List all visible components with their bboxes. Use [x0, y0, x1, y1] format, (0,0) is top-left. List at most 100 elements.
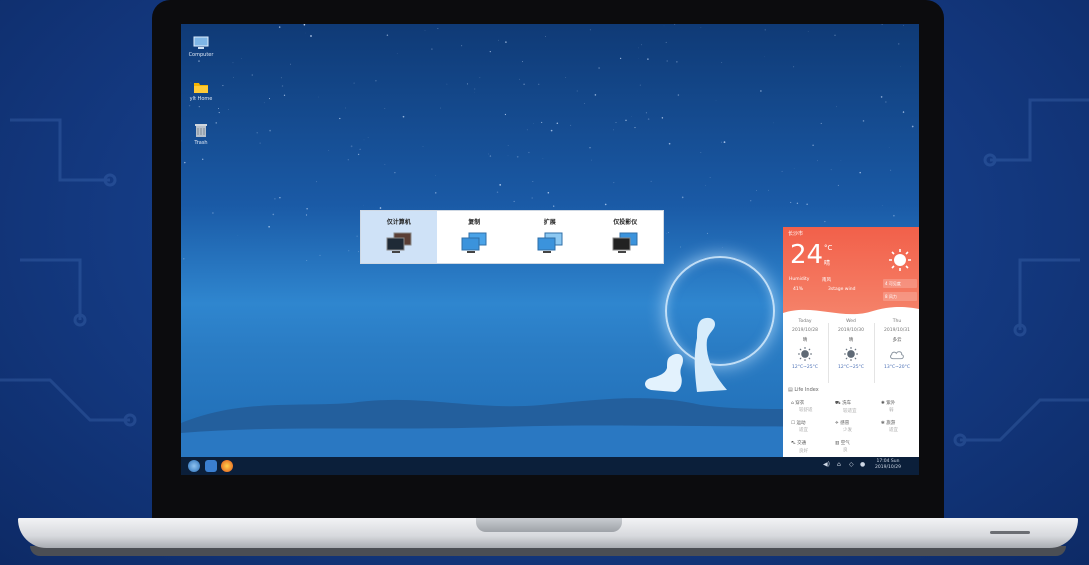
computer-icon: [193, 36, 209, 49]
star: [281, 85, 284, 87]
star: [625, 119, 627, 122]
star: [668, 142, 671, 145]
star: [706, 232, 708, 234]
display-option-projector-only[interactable]: 仅投影仪: [588, 211, 664, 263]
star: [446, 83, 448, 85]
star: [638, 47, 639, 49]
star: [613, 182, 615, 184]
star: [268, 226, 270, 228]
desktop-screen: Computer ylt Home Trash 仅计算机 复制 扩展 仅投影仪 …: [181, 24, 919, 475]
index-sub: 较舒适: [799, 408, 813, 413]
star: [233, 76, 234, 78]
star: [893, 214, 895, 217]
weather-location[interactable]: 长沙市: [788, 230, 803, 237]
star: [367, 137, 369, 139]
life-index-title: ▤ Life Index: [788, 387, 819, 393]
star: [553, 205, 555, 207]
display-option-mirror[interactable]: 复制: [437, 211, 513, 263]
folder-icon: [194, 83, 208, 93]
star: [790, 201, 792, 203]
index-sub: 适宜: [889, 428, 898, 433]
index-sub: 良好: [799, 449, 808, 454]
star: [362, 204, 364, 206]
star: [768, 189, 769, 191]
browser-button[interactable]: [221, 460, 233, 472]
star: [531, 197, 533, 199]
star: [576, 90, 578, 92]
star: [394, 172, 396, 174]
desktop-icon-computer[interactable]: Computer: [181, 36, 221, 58]
star: [598, 67, 600, 69]
display-option-computer-only[interactable]: 仅计算机: [361, 211, 437, 263]
desktop-icon-home[interactable]: ylt Home: [181, 80, 221, 102]
star: [615, 122, 617, 123]
star: [523, 83, 525, 86]
star: [812, 144, 814, 146]
star: [466, 83, 468, 85]
forecast-date: 2019/10/31: [884, 328, 910, 333]
star: [773, 122, 774, 124]
star: [507, 145, 509, 146]
star: [806, 203, 808, 205]
notification-icon[interactable]: ◇: [849, 461, 854, 468]
life-index-item: ▥ 空气良: [835, 440, 850, 453]
display-switch-popup: 仅计算机 复制 扩展 仅投影仪: [360, 210, 664, 264]
weather-detail-button[interactable]: 4 可见度: [883, 279, 917, 288]
star: [269, 98, 270, 100]
star: [570, 124, 572, 126]
star: [764, 56, 765, 58]
desktop-icon-label: ylt Home: [189, 96, 213, 102]
laptop-notch: [476, 518, 622, 532]
star: [677, 94, 680, 96]
life-index-item: ❃ 旅游 适宜: [881, 420, 898, 433]
power-icon[interactable]: ●: [860, 461, 865, 468]
forecast-day-name: Thu: [892, 319, 902, 324]
index-sub: 少发: [843, 428, 852, 433]
forecast-range: 13°C~20°C: [883, 365, 910, 370]
system-clock[interactable]: 17:04 Sun 2019/10/29: [875, 459, 901, 471]
life-index-item: ⛟ 洗车 较适宜: [835, 400, 857, 414]
extend-display-icon: [537, 232, 563, 253]
star: [723, 141, 726, 143]
star: [363, 139, 365, 141]
display-option-extend[interactable]: 扩展: [512, 211, 588, 263]
file-manager-button[interactable]: [205, 460, 217, 472]
star: [290, 63, 291, 65]
life-index-item: ⌂ 穿衣 较舒适: [791, 400, 813, 413]
star: [911, 125, 914, 128]
star: [237, 235, 239, 236]
star: [251, 74, 254, 76]
display-option-label: 仅投影仪: [613, 219, 638, 226]
display-option-label: 仅计算机: [386, 219, 411, 226]
star: [681, 196, 684, 199]
star: [613, 129, 614, 131]
star: [750, 200, 752, 202]
clock-date: 2019/10/29: [875, 465, 901, 470]
star: [641, 44, 642, 46]
star: [198, 105, 200, 108]
star: [541, 121, 543, 123]
star: [188, 105, 191, 107]
star: [504, 113, 506, 116]
start-menu-button[interactable]: [188, 460, 200, 472]
star: [680, 246, 681, 248]
star: [345, 107, 347, 109]
desktop-icon-trash[interactable]: Trash: [181, 122, 221, 146]
star: [496, 191, 499, 193]
star: [358, 251, 359, 253]
star: [212, 212, 214, 214]
star: [781, 170, 783, 172]
weather-temperature: 24: [790, 240, 824, 270]
star: [348, 250, 350, 252]
weather-unit: °C: [824, 244, 833, 252]
star: [661, 117, 664, 119]
volume-icon[interactable]: ◀): [823, 461, 830, 468]
star: [303, 24, 306, 26]
sport-icon: ☐: [791, 421, 796, 426]
humidity-label: Humidity: [789, 277, 810, 282]
laptop-bezel: [152, 475, 944, 520]
network-icon[interactable]: ⌂: [837, 461, 841, 468]
star: [519, 78, 521, 80]
star: [824, 221, 826, 223]
star: [817, 160, 818, 162]
